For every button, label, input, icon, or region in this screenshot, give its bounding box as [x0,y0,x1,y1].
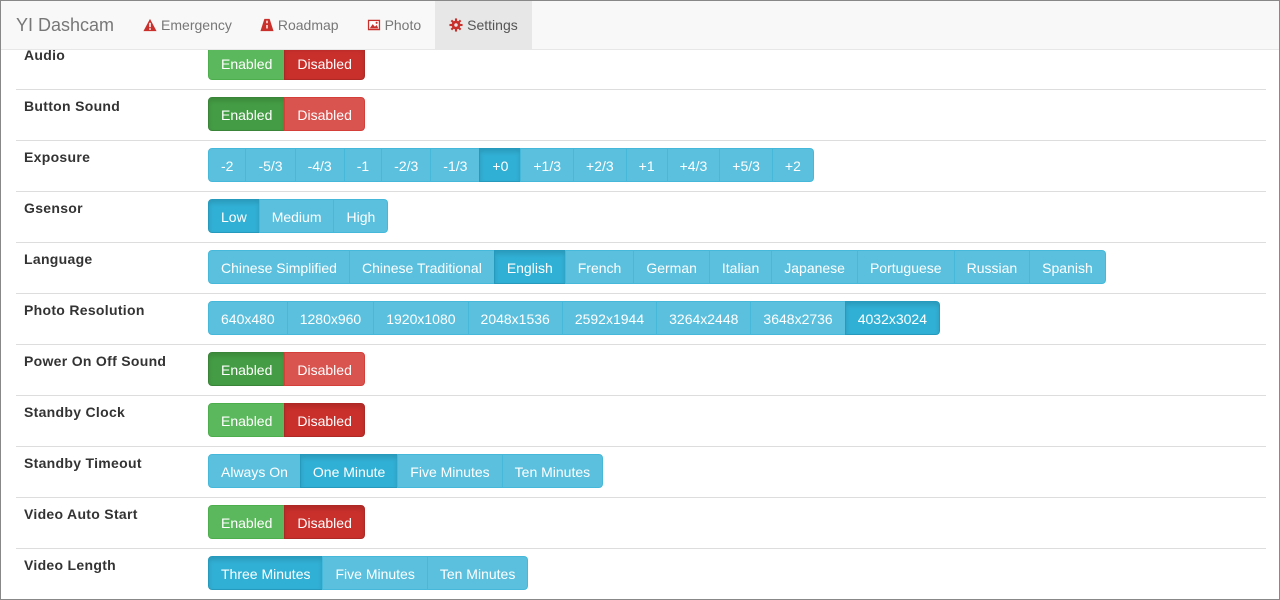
option-2592x1944-button[interactable]: 2592x1944 [561,301,658,335]
setting-row-gsensor: Gsensor Low Medium High [16,191,1266,242]
option-russian-button[interactable]: Russian [953,250,1031,284]
option-disabled-button[interactable]: Disabled [284,505,365,539]
setting-row-standby-timeout: Standby Timeout Always On One Minute Five M… [16,446,1266,497]
brand-title[interactable]: YI Dashcam [1,1,129,49]
setting-row-power-on-off-sound: Power On Off Sound Enabled Disabled [16,344,1266,395]
option-enabled-button[interactable]: Enabled [208,505,286,539]
setting-label: Language [24,251,93,267]
nav-item-label: Photo [384,17,422,33]
setting-label: Power On Off Sound [24,353,167,369]
option-high-button[interactable]: High [333,199,389,233]
nav-item-roadmap[interactable]: Roadmap [246,1,353,49]
option-4032x3024-button[interactable]: 4032x3024 [844,301,941,335]
option-1-button[interactable]: -1 [343,148,383,182]
option-2048x1536-button[interactable]: 2048x1536 [467,301,563,335]
option-button-group: Enabled Disabled [208,97,365,131]
option-medium-button[interactable]: Medium [258,199,335,233]
option-portuguese-button[interactable]: Portuguese [856,250,955,284]
option-button-group: Enabled Disabled [208,352,365,386]
setting-row-photo-resolution: Photo Resolution 640x480 1280x960 1920x1080… [16,293,1266,344]
nav-item-label: Settings [467,17,518,33]
nav-item-settings[interactable]: Settings [435,1,532,49]
option-five-minutes-button[interactable]: Five Minutes [322,556,428,590]
nav-item-label: Roadmap [277,17,339,33]
setting-label: Button Sound [24,98,121,114]
option-2-3-button[interactable]: -2/3 [381,148,432,182]
setting-label: Exposure [24,149,91,165]
option-disabled-button[interactable]: Disabled [284,403,365,437]
setting-label: Video Length [24,557,117,573]
option-enabled-button[interactable]: Enabled [208,403,286,437]
setting-label: Photo Resolution [24,302,145,318]
option-english-button[interactable]: English [493,250,566,284]
option-french-button[interactable]: French [564,250,635,284]
setting-label: Gsensor [24,200,83,216]
option-enabled-button[interactable]: Enabled [208,46,286,80]
option-one-minute-button[interactable]: One Minute [299,454,399,488]
option-enabled-button[interactable]: Enabled [208,352,286,386]
setting-label: Video Auto Start [24,506,138,522]
option-button-group: Three Minutes Five Minutes Ten Minutes [208,556,529,590]
warning-icon [143,18,157,32]
option-button-group: Always On One Minute Five Minutes Ten Minut… [208,454,604,488]
option-always-on-button[interactable]: Always On [208,454,301,488]
option-spanish-button[interactable]: Spanish [1029,250,1106,284]
option-button-group: -2 -5/3 -4/3 -1 -2/3 -1/3 +0 +1/3 +2/3 +1 +4/3 +5/3… [208,148,814,182]
option-disabled-button[interactable]: Disabled [284,352,365,386]
option-4-3-button[interactable]: +4/3 [666,148,721,182]
option-button-group: 640x480 1280x960 1920x1080 2048x1536 2592x19… [208,301,941,335]
option-low-button[interactable]: Low [208,199,260,233]
top-navbar: YI Dashcam Emergency Roadmap Photo Setti… [1,1,1279,50]
option-button-group: Enabled Disabled [208,46,365,80]
option-button-group: Enabled Disabled [208,403,365,437]
option-ten-minutes-button[interactable]: Ten Minutes [501,454,604,488]
option-five-minutes-button[interactable]: Five Minutes [397,454,503,488]
setting-row-button-sound: Button Sound Enabled Disabled [16,89,1266,140]
nav-item-photo[interactable]: Photo [353,1,436,49]
option-3264x2448-button[interactable]: 3264x2448 [656,301,752,335]
option-5-3-button[interactable]: +5/3 [719,148,773,182]
setting-row-video-length: Video Length Three Minutes Five Minutes Ten… [16,548,1266,599]
setting-row-exposure: Exposure -2 -5/3 -4/3 -1 -2/3 -1/3 +0 +1/3 +2/3 +1… [16,140,1266,191]
road-icon [260,18,274,32]
option-disabled-button[interactable]: Disabled [284,46,365,80]
option-chinese-traditional-button[interactable]: Chinese Traditional [348,250,495,284]
option-5-3-button[interactable]: -5/3 [245,148,296,182]
nav-item-label: Emergency [161,17,232,33]
option-1280x960-button[interactable]: 1280x960 [286,301,375,335]
option-japanese-button[interactable]: Japanese [771,250,858,284]
option-0-button[interactable]: +0 [479,148,522,182]
gear-icon [449,18,463,32]
setting-row-language: Language Chinese Simplified Chinese Tradit… [16,242,1266,293]
option-german-button[interactable]: German [633,250,710,284]
option-button-group: Enabled Disabled [208,505,365,539]
option-1-3-button[interactable]: +1/3 [520,148,575,182]
option-button-group: Low Medium High [208,199,389,233]
option-italian-button[interactable]: Italian [708,250,773,284]
option-enabled-button[interactable]: Enabled [208,97,286,131]
option-three-minutes-button[interactable]: Three Minutes [208,556,324,590]
option-disabled-button[interactable]: Disabled [284,97,365,131]
option-button-group: Chinese Simplified Chinese Traditional Eng… [208,250,1106,284]
app-window: Audio Enabled Disabled Button Sound Enabled D… [0,0,1280,600]
setting-label: Standby Timeout [24,455,142,471]
option-ten-minutes-button[interactable]: Ten Minutes [426,556,529,590]
option-chinese-simplified-button[interactable]: Chinese Simplified [208,250,350,284]
option-1-3-button[interactable]: -1/3 [430,148,481,182]
option-2-button[interactable]: -2 [208,148,247,182]
option-4-3-button[interactable]: -4/3 [294,148,345,182]
option-640x480-button[interactable]: 640x480 [208,301,288,335]
setting-row-video-auto-start: Video Auto Start Enabled Disabled [16,497,1266,548]
setting-row-standby-clock: Standby Clock Enabled Disabled [16,395,1266,446]
option-2-button[interactable]: +2 [771,148,814,182]
option-1-button[interactable]: +1 [625,148,668,182]
picture-icon [367,19,380,31]
option-3648x2736-button[interactable]: 3648x2736 [750,301,846,335]
option-2-3-button[interactable]: +2/3 [573,148,627,182]
option-1920x1080-button[interactable]: 1920x1080 [373,301,469,335]
nav-item-emergency[interactable]: Emergency [129,1,246,49]
setting-label: Standby Clock [24,404,126,420]
